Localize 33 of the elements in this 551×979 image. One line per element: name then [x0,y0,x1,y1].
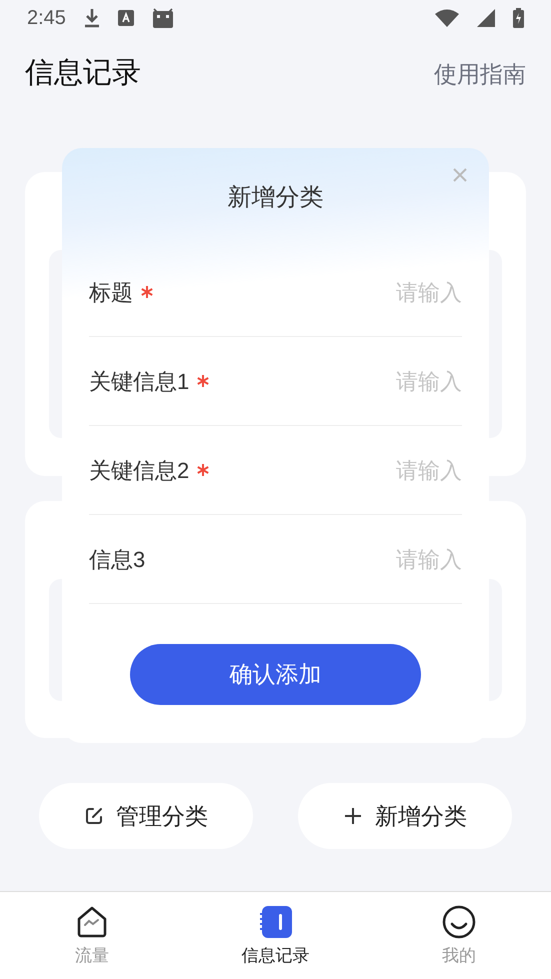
robot-icon [152,8,174,28]
close-icon [453,168,467,182]
category-button[interactable]: 管理分类 [39,783,253,849]
wifi-icon [435,9,459,27]
close-button[interactable] [453,168,467,182]
field-label: 关键信息2 [89,456,190,484]
field-label: 信息3 [89,546,146,574]
font-box-icon [118,10,134,26]
smiley-icon [442,905,476,939]
download-icon [84,8,100,28]
required-asterisk-icon [197,375,210,387]
plus-icon [343,806,363,826]
guide-link[interactable]: 使用指南 [434,56,526,92]
dialog-title: 新增分类 [228,183,324,213]
nav-tab[interactable]: 我的 [367,892,551,979]
input-field[interactable]: 请输入 [302,542,462,576]
category-button[interactable]: 新增分类 [298,783,512,849]
page-title: 信息记录 [25,56,141,92]
required-asterisk-icon [197,464,210,476]
input-field[interactable]: 请输入 [302,454,462,486]
signal-icon [477,9,495,27]
confirm-button[interactable]: 确认添加 [130,644,421,705]
status-time: 2:45 [27,6,66,31]
notebook-icon [258,905,292,939]
nav-tab[interactable]: 流量 [0,892,184,979]
edit-icon [84,806,104,826]
required-asterisk-icon [141,286,153,298]
battery-icon [513,8,524,28]
field-label: 标题 [89,278,133,306]
input-field[interactable]: 请输入 [302,364,462,398]
input-field[interactable]: 请输入 [302,276,462,308]
field-label: 关键信息1 [89,368,190,396]
nav-tab[interactable]: 信息记录 [184,892,368,979]
